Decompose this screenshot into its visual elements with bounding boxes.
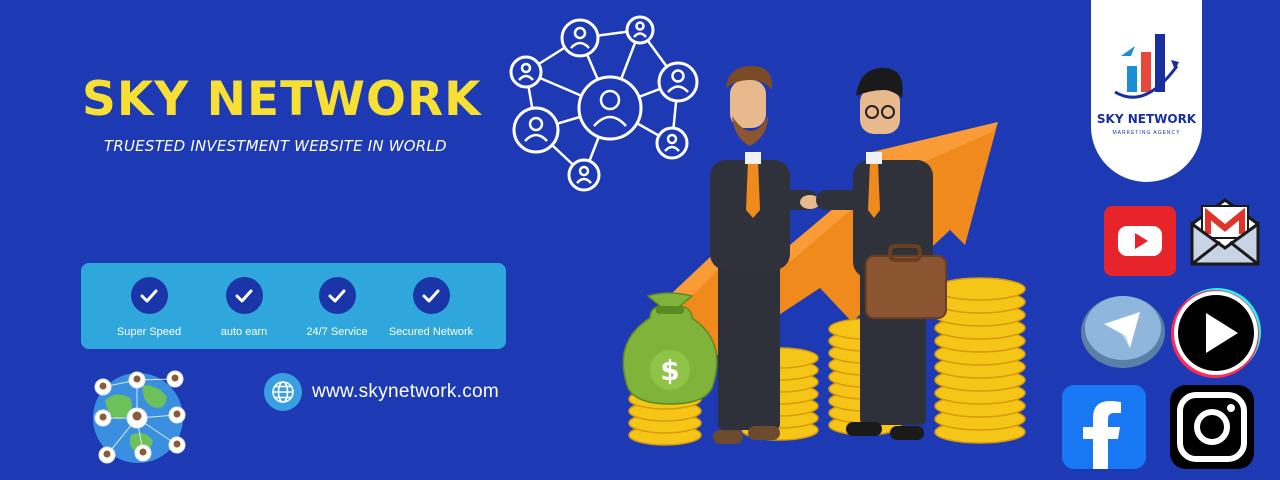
business-handshake-illustration: $ [622,66,1026,446]
feature-super-speed: Super Speed [99,277,199,338]
globe-icon [264,373,302,411]
feature-auto-earn: auto earn [194,277,294,338]
banner: SKY NETWORK TRUESTED INVESTMENT WEBSITE … [0,0,1280,480]
check-icon [318,277,356,314]
telegram-icon[interactable] [1078,290,1168,370]
youtube-icon[interactable] [1104,206,1176,278]
check-icon [412,277,450,314]
globe-people-icon [93,370,186,464]
brand-title: SKY NETWORK [82,72,482,127]
feature-label: Secured Network [388,326,474,338]
gmail-icon[interactable] [1188,194,1262,268]
check-icon [130,277,168,314]
logo-badge: SKY NETWORK MARKETING AGENCY [1091,0,1202,182]
feature-secured-network: Secured Network [381,277,481,338]
feature-24-7-service: 24/7 Service [287,277,387,338]
logo-bar-chart-icon [1114,34,1179,99]
website-link[interactable]: www.skynetwork.com [264,373,499,411]
logo-name: SKY NETWORK [1096,112,1197,126]
website-url[interactable]: www.skynetwork.com [312,381,499,403]
facebook-icon[interactable] [1062,385,1146,469]
feature-label: 24/7 Service [306,326,368,338]
features-panel: Super Speed auto earn 24/7 Service Secur… [81,263,506,349]
play-icon[interactable] [1170,287,1262,379]
feature-label: Super Speed [116,326,182,338]
feature-label: auto earn [220,326,268,338]
check-icon [225,277,263,314]
instagram-icon[interactable] [1168,383,1256,471]
svg-text:$: $ [660,354,679,387]
brand-tagline: TRUESTED INVESTMENT WEBSITE IN WORLD [104,137,447,155]
logo-subtitle: MARKETING AGENCY [1112,130,1181,136]
